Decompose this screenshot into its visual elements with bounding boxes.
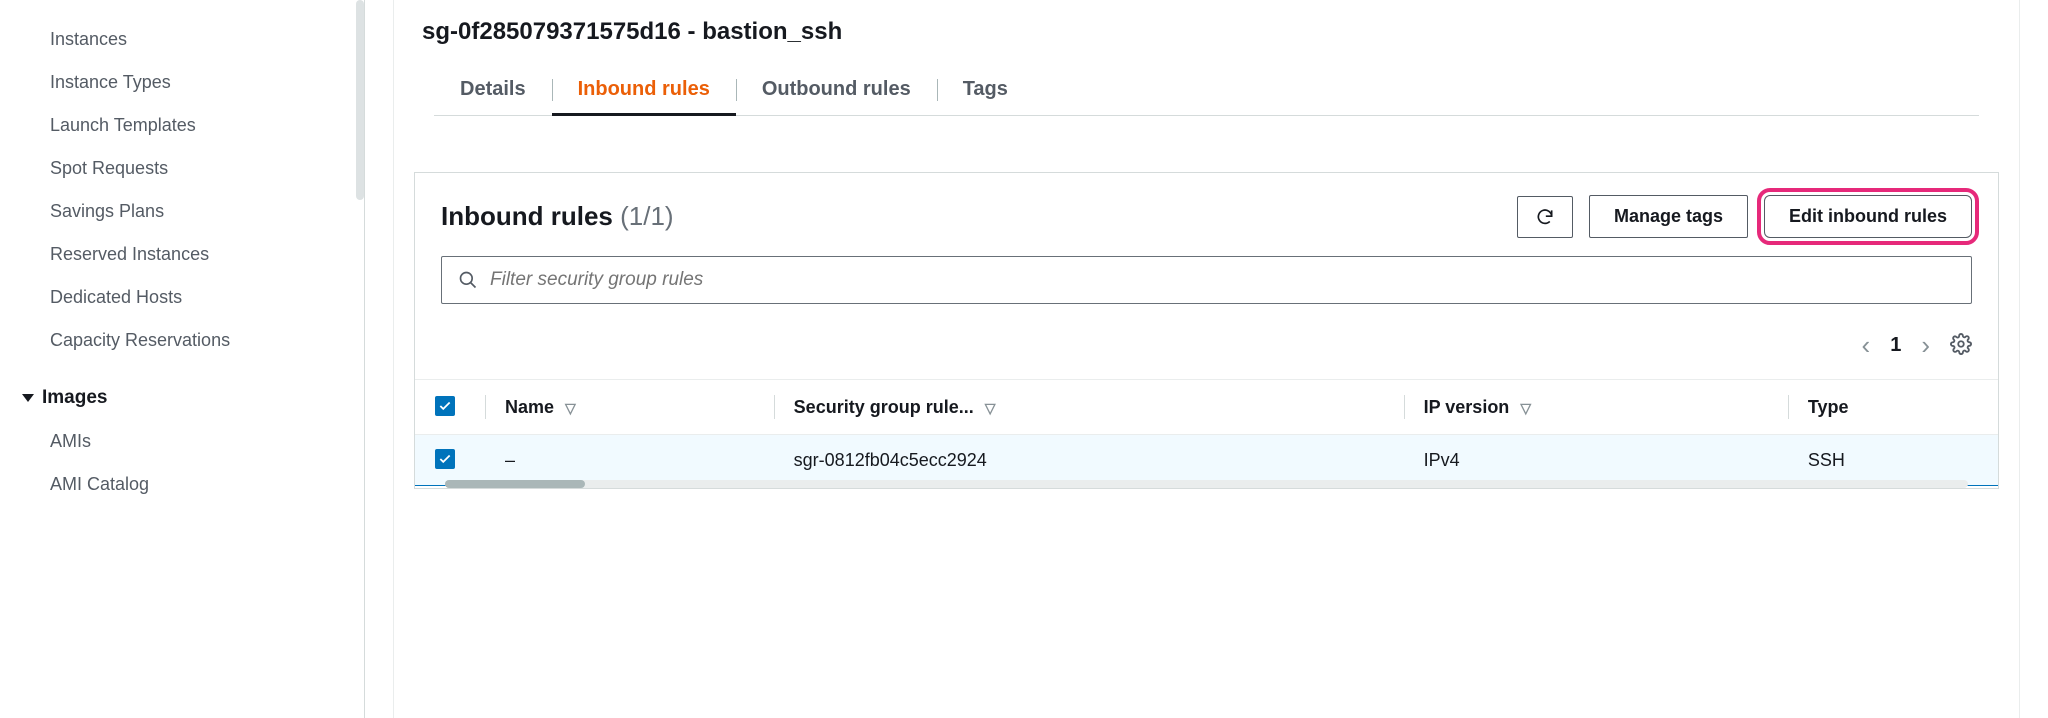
panel-count: (1/1): [620, 201, 673, 231]
scrollbar-thumb[interactable]: [445, 480, 585, 488]
sidebar-item-dedicated-hosts[interactable]: Dedicated Hosts: [50, 276, 364, 319]
tab-inbound-rules[interactable]: Inbound rules: [552, 64, 736, 115]
caret-down-icon: [22, 394, 34, 402]
panel-header: Inbound rules (1/1) Manage tags Edit inb…: [415, 173, 1998, 252]
next-page-button[interactable]: ›: [1921, 330, 1930, 361]
horizontal-scrollbar[interactable]: [445, 480, 1968, 488]
rules-table: Name ▽ Security group rule... ▽ IP versi…: [415, 379, 1998, 486]
cell-ip-version: IPv4: [1404, 435, 1788, 486]
sidebar-item-launch-templates[interactable]: Launch Templates: [50, 104, 364, 147]
cell-name: –: [485, 435, 774, 486]
row-checkbox-cell[interactable]: [415, 435, 485, 486]
settings-button[interactable]: [1950, 333, 1972, 358]
page-number: 1: [1890, 334, 1901, 357]
cell-type: SSH: [1788, 435, 1998, 486]
sidebar-section-images[interactable]: Images: [22, 376, 364, 420]
sort-icon: ▽: [985, 400, 996, 417]
prev-page-button[interactable]: ‹: [1862, 330, 1871, 361]
sort-icon: ▽: [1520, 400, 1531, 417]
tab-details[interactable]: Details: [434, 64, 552, 115]
sidebar-item-amis[interactable]: AMIs: [50, 420, 364, 463]
sidebar-item-spot-requests[interactable]: Spot Requests: [50, 147, 364, 190]
table-row[interactable]: – sgr-0812fb04c5ecc2924 IPv4 SSH: [415, 435, 1998, 486]
refresh-button[interactable]: [1517, 196, 1573, 238]
manage-tags-button[interactable]: Manage tags: [1589, 195, 1748, 238]
search-icon: [458, 270, 478, 290]
search-wrapper[interactable]: [441, 256, 1972, 304]
cell-rule-id: sgr-0812fb04c5ecc2924: [774, 435, 1404, 486]
tab-tags[interactable]: Tags: [937, 64, 1034, 115]
sidebar-item-savings-plans[interactable]: Savings Plans: [50, 190, 364, 233]
col-ip-version[interactable]: IP version ▽: [1404, 380, 1788, 435]
sidebar-item-capacity-reservations[interactable]: Capacity Reservations: [50, 319, 364, 362]
table-header-row: Name ▽ Security group rule... ▽ IP versi…: [415, 380, 1998, 435]
edit-inbound-rules-button[interactable]: Edit inbound rules: [1764, 195, 1972, 238]
sidebar-item-ami-catalog[interactable]: AMI Catalog: [50, 463, 364, 506]
refresh-icon: [1535, 207, 1555, 227]
gear-icon: [1950, 333, 1972, 355]
sidebar-item-reserved-instances[interactable]: Reserved Instances: [50, 233, 364, 276]
panel-heading: Inbound rules (1/1): [441, 201, 1501, 232]
panel-heading-text: Inbound rules: [441, 201, 613, 231]
sidebar-section-label: Images: [42, 387, 107, 409]
search-input[interactable]: [490, 269, 1955, 291]
inbound-rules-panel: Inbound rules (1/1) Manage tags Edit inb…: [414, 172, 1999, 489]
page-title: sg-0f285079371575d16 - bastion_ssh: [394, 0, 2019, 64]
checkbox-icon: [435, 396, 455, 416]
tab-outbound-rules[interactable]: Outbound rules: [736, 64, 937, 115]
col-name[interactable]: Name ▽: [485, 380, 774, 435]
pagination: ‹ 1 ›: [415, 318, 1998, 379]
checkbox-icon: [435, 449, 455, 469]
tabs: Details Inbound rules Outbound rules Tag…: [434, 64, 1979, 116]
col-rule-id[interactable]: Security group rule... ▽: [774, 380, 1404, 435]
sidebar: Instances Instance Types Launch Template…: [0, 0, 365, 718]
select-all-header[interactable]: [415, 380, 485, 435]
sort-icon: ▽: [565, 400, 576, 417]
sidebar-item-instances[interactable]: Instances: [50, 18, 364, 61]
col-type[interactable]: Type: [1788, 380, 1998, 435]
main-panel: sg-0f285079371575d16 - bastion_ssh Detai…: [365, 0, 2048, 718]
sidebar-item-instance-types[interactable]: Instance Types: [50, 61, 364, 104]
